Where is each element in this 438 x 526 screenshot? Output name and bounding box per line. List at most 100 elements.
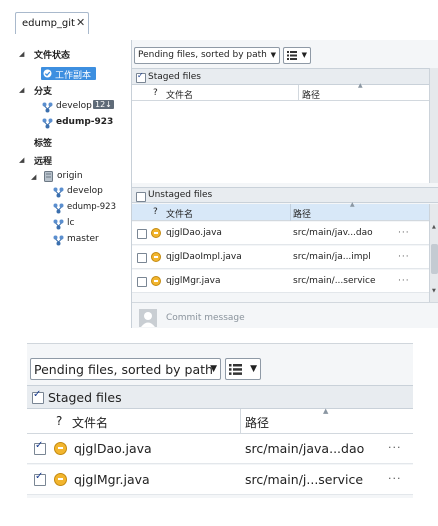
list-view-icon bbox=[287, 51, 297, 60]
zoomed-staged-view: Pending files, sorted by path ▼ ▼ Staged… bbox=[27, 343, 413, 498]
staged-files-label: Staged files bbox=[148, 72, 201, 82]
sidebar-item-branch-develop[interactable]: develop bbox=[56, 101, 92, 111]
file-name: qjglMgr.java bbox=[166, 276, 221, 286]
staged-files-label: Staged files bbox=[48, 390, 122, 405]
collapse-arrow-icon[interactable]: ◢ bbox=[19, 50, 24, 58]
server-icon bbox=[44, 171, 53, 182]
collapse-arrow-icon[interactable]: ◢ bbox=[31, 173, 36, 181]
sidebar-header-remotes[interactable]: 远程 bbox=[34, 154, 52, 167]
view-mode-select[interactable]: ▼ bbox=[225, 358, 261, 380]
sidebar-item-remote-branch-lc[interactable]: lc bbox=[67, 218, 74, 228]
file-checkbox[interactable] bbox=[137, 253, 147, 263]
path-column-header[interactable]: 路径 bbox=[302, 88, 320, 101]
sidebar: ◢ 文件状态 工作副本 ◢ 分支 develop 12↓ edump-923 标… bbox=[13, 40, 131, 328]
commit-area: Commit message bbox=[132, 302, 438, 328]
more-options-icon[interactable]: ··· bbox=[398, 228, 410, 238]
sourcetree-window: edump_git ✕ ◢ 文件状态 工作副本 ◢ 分支 develop 12↓ bbox=[13, 0, 438, 328]
modified-file-icon bbox=[54, 473, 67, 486]
sidebar-item-working-copy[interactable]: 工作副本 bbox=[41, 67, 96, 81]
chevron-down-icon: ▼ bbox=[210, 364, 217, 374]
status-column-header[interactable]: ? bbox=[153, 88, 158, 98]
avatar-icon bbox=[139, 309, 157, 327]
file-name: qjglDao.java bbox=[166, 228, 222, 238]
path-column-header[interactable]: 路径 bbox=[245, 414, 269, 431]
column-divider bbox=[290, 204, 291, 221]
sidebar-item-remote-origin[interactable]: origin bbox=[57, 171, 83, 181]
sort-ascending-icon: ▲ bbox=[350, 201, 355, 208]
sort-select-value: Pending files, sorted by path bbox=[138, 50, 267, 60]
branch-icon bbox=[53, 235, 64, 246]
table-row[interactable]: qjglDao.java src/main/java...dao ··· bbox=[27, 434, 413, 464]
collapse-arrow-icon[interactable]: ◢ bbox=[19, 86, 24, 94]
sort-select[interactable]: Pending files, sorted by path ▼ bbox=[30, 358, 221, 380]
stage-all-checkbox[interactable] bbox=[136, 71, 146, 83]
name-column-header[interactable]: 文件名 bbox=[72, 414, 108, 431]
sidebar-item-branch-edump-923[interactable]: edump-923 bbox=[56, 117, 113, 127]
scroll-down-icon[interactable]: ▼ bbox=[432, 288, 436, 294]
sort-select[interactable]: Pending files, sorted by path ▼ bbox=[134, 47, 280, 64]
sidebar-header-tags[interactable]: 标签 bbox=[34, 136, 52, 149]
file-path: src/main/...service bbox=[293, 276, 376, 286]
column-divider bbox=[298, 85, 299, 101]
more-options-icon[interactable]: ··· bbox=[388, 472, 402, 485]
sort-ascending-icon: ▲ bbox=[323, 407, 329, 415]
file-status-pane: Pending files, sorted by path ▼ ▼ Staged… bbox=[131, 40, 438, 328]
behind-count-badge: 12↓ bbox=[93, 100, 114, 109]
table-row[interactable]: qjglMgr.java src/main/...service ··· bbox=[132, 270, 429, 293]
status-column-header[interactable]: ? bbox=[153, 207, 158, 217]
file-path: src/main/j...service bbox=[245, 472, 364, 487]
branch-icon bbox=[42, 102, 53, 113]
branch-icon bbox=[53, 219, 64, 230]
table-row[interactable]: qjglDaoImpl.java src/main/ja...impl ··· bbox=[132, 246, 429, 269]
sidebar-header-file-status[interactable]: 文件状态 bbox=[34, 48, 70, 61]
branch-icon bbox=[53, 187, 64, 198]
file-path: src/main/jav...dao bbox=[293, 228, 373, 238]
sidebar-item-remote-branch-develop[interactable]: develop bbox=[67, 186, 103, 196]
tab-bar: edump_git ✕ bbox=[13, 0, 438, 40]
modified-file-icon bbox=[151, 252, 161, 262]
file-checkbox[interactable] bbox=[137, 277, 147, 287]
unstaged-scrollbar[interactable]: ▲ ▼ bbox=[429, 204, 438, 302]
staged-scrollbar[interactable] bbox=[429, 68, 438, 183]
staged-file-list bbox=[132, 101, 429, 183]
commit-message-input[interactable]: Commit message bbox=[166, 313, 245, 323]
stage-all-checkbox[interactable] bbox=[32, 389, 44, 404]
staged-files-header: Staged files bbox=[132, 68, 438, 85]
file-checkbox[interactable] bbox=[34, 471, 46, 486]
close-icon[interactable]: ✕ bbox=[76, 16, 85, 29]
checkmark-circle-icon bbox=[43, 69, 52, 78]
modified-file-icon bbox=[151, 276, 161, 286]
repo-tab[interactable]: edump_git ✕ bbox=[15, 12, 89, 34]
modified-file-icon bbox=[54, 442, 67, 455]
branch-icon bbox=[42, 118, 53, 129]
scrollbar-thumb[interactable] bbox=[431, 244, 438, 274]
unstaged-files-label: Unstaged files bbox=[148, 190, 213, 200]
list-view-icon bbox=[229, 364, 242, 375]
collapse-arrow-icon[interactable]: ◢ bbox=[19, 156, 24, 164]
view-mode-select[interactable]: ▼ bbox=[283, 47, 311, 64]
stage-all-unstaged-checkbox[interactable] bbox=[136, 192, 146, 202]
unstaged-column-header: ? 文件名 路径 ▲ bbox=[132, 201, 429, 221]
table-row[interactable]: qjglMgr.java src/main/j...service ··· bbox=[27, 465, 413, 495]
file-checkbox[interactable] bbox=[34, 440, 46, 455]
status-column-header[interactable]: ? bbox=[56, 414, 62, 428]
more-options-icon[interactable]: ··· bbox=[388, 441, 402, 454]
staged-files-header: Staged files bbox=[27, 385, 413, 409]
sort-ascending-icon: ▲ bbox=[358, 82, 363, 89]
sidebar-header-branches[interactable]: 分支 bbox=[34, 84, 52, 97]
staged-column-header: ? 文件名 路径 ▲ bbox=[27, 407, 413, 434]
name-column-header[interactable]: 文件名 bbox=[166, 207, 193, 220]
chevron-down-icon: ▼ bbox=[270, 51, 276, 59]
repo-tab-label: edump_git bbox=[22, 18, 75, 29]
table-row[interactable]: qjglDao.java src/main/jav...dao ··· bbox=[132, 222, 429, 245]
more-options-icon[interactable]: ··· bbox=[398, 276, 410, 286]
more-options-icon[interactable]: ··· bbox=[398, 252, 410, 262]
file-checkbox[interactable] bbox=[137, 229, 147, 239]
path-column-header[interactable]: 路径 bbox=[293, 207, 311, 220]
name-column-header[interactable]: 文件名 bbox=[166, 88, 193, 101]
sidebar-item-remote-branch-edump-923[interactable]: edump-923 bbox=[67, 202, 116, 212]
file-path: src/main/java...dao bbox=[245, 441, 365, 456]
scroll-up-icon[interactable]: ▲ bbox=[432, 224, 436, 230]
sidebar-item-remote-branch-master[interactable]: master bbox=[67, 234, 99, 244]
chevron-down-icon: ▼ bbox=[301, 51, 307, 59]
